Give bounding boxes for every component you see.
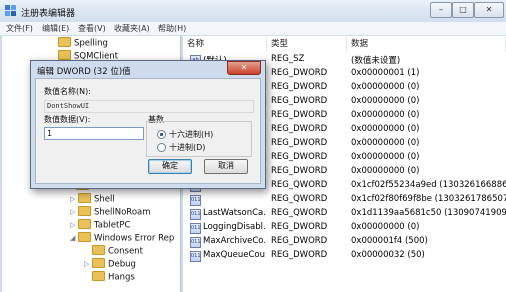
value-data: 0x1cf02f55234a9ed (1303261668864​59 (351, 180, 506, 190)
registry-value-icon: 011 (190, 223, 201, 234)
registry-value-icon: 011 (190, 237, 201, 248)
value-data: 0x000001f4 (500) (351, 236, 428, 246)
folder-icon (78, 232, 91, 242)
value-name: LastWatsonCa... (203, 208, 265, 218)
table-row[interactable]: 011 LastWatsonCa... REG_QWORD 0x1d1139aa568… (183, 207, 506, 221)
edit-dword-dialog: 编辑 DWORD (32 位)值 ✕ 数值名称(N): DontShowUI 数… (30, 60, 266, 189)
maximize-button[interactable]: □ (452, 2, 474, 18)
table-row[interactable]: 011 MaxArchiveCo... REG_DWORD 0x000001f4 (5… (183, 235, 506, 249)
value-type: REG_DWORD (271, 110, 328, 120)
folder-icon (58, 50, 71, 60)
dialog-close-button[interactable]: ✕ (227, 61, 261, 75)
value-type: REG_DWORD (271, 68, 328, 78)
value-data: 0x00000001 (1) (351, 68, 420, 78)
table-row[interactable]: 011 LoggingDisabl... REG_DWORD 0x00000000 (… (183, 221, 506, 235)
window-title: 注册表编辑器 (21, 9, 76, 19)
expand-arrow-icon[interactable]: ▷ (84, 260, 92, 268)
menu-view[interactable]: 查看(V) (78, 23, 106, 34)
title-bar: 注册表编辑器 – □ ✕ (0, 0, 506, 22)
dialog-title: 编辑 DWORD (32 位)值 (37, 67, 131, 77)
value-data: 0x00000000 (0) (351, 82, 420, 92)
column-header-name[interactable]: 名称 (183, 37, 267, 52)
value-name: MaxQueueCou... (203, 250, 265, 260)
minimize-button[interactable]: – (430, 2, 452, 18)
value-type: REG_DWORD (271, 152, 328, 162)
menu-bar: 文件(F) 编辑(E) 查看(V) 收藏夹(A) 帮助(H) (0, 22, 506, 35)
value-type: REG_QWORD (271, 208, 328, 218)
value-data-label: 数值数据(V): (44, 115, 91, 124)
folder-icon (58, 37, 71, 47)
folder-icon (92, 245, 105, 255)
value-type: REG_DWORD (271, 96, 328, 106)
value-data: 0x00000000 (0) (351, 222, 420, 232)
registry-editor-icon (5, 5, 16, 16)
folder-icon (92, 271, 105, 281)
folder-icon (78, 219, 91, 229)
value-name-label: 数值名称(N): (44, 87, 91, 96)
value-data: 0x00000000 (0) (351, 138, 420, 148)
dialog-body: 数值名称(N): DontShowUI 数值数据(V): 1 基数 十六进制(H… (35, 78, 261, 184)
value-type: REG_DWORD (271, 166, 328, 176)
value-data: 0x1cf02f80f69f8be (1303261786507818 (351, 194, 506, 204)
value-type: REG_QWORD (271, 194, 328, 204)
value-type: REG_DWORD (271, 124, 328, 134)
ok-button[interactable]: 确定 (148, 159, 192, 174)
decimal-radio[interactable] (157, 143, 166, 152)
tree-item-hangs[interactable]: Hangs (92, 271, 135, 285)
folder-icon (78, 206, 91, 216)
column-header-data[interactable]: 数据 (347, 37, 506, 52)
expand-arrow-icon[interactable]: ▷ (70, 195, 78, 203)
menu-help[interactable]: 帮助(H) (158, 23, 186, 34)
registry-value-icon: 011 (190, 209, 201, 220)
value-type: REG_DWORD (271, 250, 328, 260)
value-name: LoggingDisabl... (203, 222, 265, 232)
value-data: 0x00000032 (50) (351, 250, 425, 260)
value-data-input[interactable]: 1 (44, 127, 144, 140)
value-type: REG_DWORD (271, 236, 328, 246)
base-group: 十六进制(H) 十进制(D) (146, 121, 252, 157)
table-row[interactable]: 011MaxQueueCou... REG_DWORD 0x00000032 (50… (183, 249, 506, 263)
value-data: 0x00000000 (0) (351, 152, 420, 162)
menu-file[interactable]: 文件(F) (6, 23, 33, 34)
hex-radio[interactable] (157, 130, 166, 139)
value-type: REG_DWORD (271, 222, 328, 232)
column-header-type[interactable]: 类型 (267, 37, 347, 52)
folder-icon (78, 193, 91, 203)
value-data: 0x00000000 (0) (351, 166, 420, 176)
hex-radio-label[interactable]: 十六进制(H) (169, 129, 213, 140)
value-type: REG_SZ (271, 54, 305, 64)
cancel-button[interactable]: 取消 (204, 159, 248, 174)
value-type: REG_DWORD (271, 138, 328, 148)
close-button[interactable]: ✕ (474, 2, 504, 18)
tree-item-windows-error-reporting[interactable]: ◢ Windows Error Rep (70, 232, 174, 246)
decimal-radio-label[interactable]: 十进制(D) (169, 142, 205, 153)
expand-arrow-icon[interactable]: ▷ (70, 208, 78, 216)
value-type: REG_DWORD (271, 82, 328, 92)
registry-value-icon: 011 (190, 251, 201, 262)
menu-edit[interactable]: 编辑(E) (42, 23, 69, 34)
value-type: REG_QWORD (271, 180, 328, 190)
table-row[interactable]: 011 REG_QWORD 0x1cf02f80f69f8be (130326178… (183, 193, 506, 207)
tree-item-shell[interactable]: ▷ Shell (70, 193, 115, 207)
value-name-field: DontShowUI (44, 100, 254, 113)
value-name: MaxArchiveCo... (203, 236, 265, 246)
value-data: 0x00000000 (0) (351, 124, 420, 134)
value-data: (数值未设置) (351, 56, 401, 66)
collapse-arrow-icon[interactable]: ◢ (70, 234, 78, 242)
expand-arrow-icon[interactable]: ▷ (70, 221, 78, 229)
registry-value-icon: 011 (190, 195, 201, 206)
value-data: 0x1d1139aa5681c50 (13090741909141 (351, 208, 506, 218)
value-data: 0x00000000 (0) (351, 96, 420, 106)
value-data: 0x00000000 (0) (351, 110, 420, 120)
folder-icon (92, 258, 105, 268)
menu-favorites[interactable]: 收藏夹(A) (114, 23, 150, 34)
